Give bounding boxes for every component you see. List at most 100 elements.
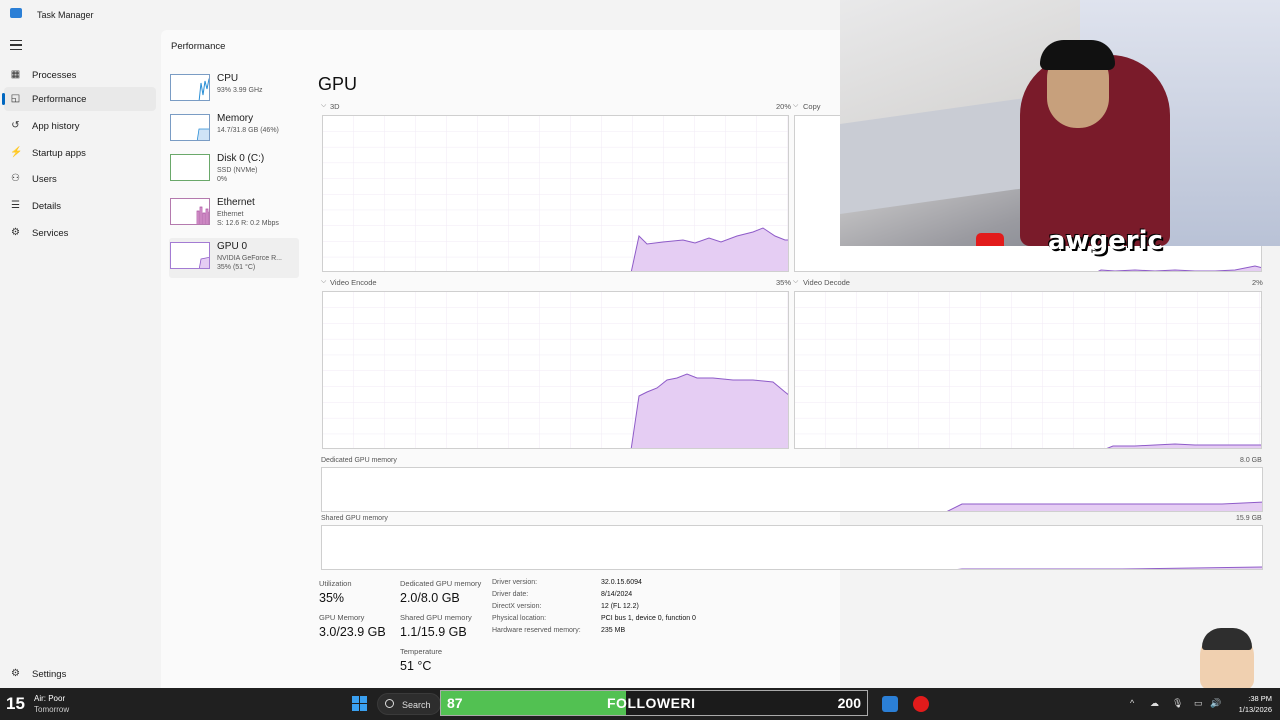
users-icon: ⚇ xyxy=(11,173,20,184)
services-icon: ⚙ xyxy=(11,227,20,238)
webcam-streamer-hat xyxy=(1040,40,1115,70)
graph-shared-memory xyxy=(321,525,1263,570)
device-name: Disk 0 (C:) xyxy=(217,153,265,164)
dedicated-memory-max: 8.0 GB xyxy=(1240,457,1262,464)
device-gpu[interactable]: GPU 0 NVIDIA GeForce R... 35% (51 °C) xyxy=(169,238,299,278)
cpu-thumbnail-graph xyxy=(170,74,210,101)
chevron-down-icon[interactable]: ⌵ xyxy=(793,278,798,286)
engine-value-video-decode: 2% xyxy=(1252,278,1263,287)
nav-item-users[interactable]: ⚇ Users xyxy=(4,167,156,191)
nav-label: Processes xyxy=(32,70,77,81)
info-key: Driver date: xyxy=(492,591,529,598)
shared-memory-label: Shared GPU memory xyxy=(321,515,388,522)
nav-item-performance[interactable]: ◱ Performance xyxy=(2,87,156,111)
temperature-value: 51 °C xyxy=(400,659,432,673)
start-button-icon[interactable] xyxy=(352,696,368,712)
webcam-overlay: awgeric xyxy=(840,0,1280,256)
memory-thumbnail-graph xyxy=(170,114,210,141)
youtube-icon xyxy=(976,233,1004,246)
chevron-down-icon[interactable]: ⌵ xyxy=(321,278,326,286)
settings-gear-icon: ⚙ xyxy=(11,668,20,679)
streamer-handle: awgeric xyxy=(1048,226,1163,256)
engine-value-video-encode: 35% xyxy=(776,278,792,287)
nav-label: Services xyxy=(32,228,69,239)
nav-item-processes[interactable]: ▦ Processes xyxy=(4,63,156,87)
hamburger-menu-icon[interactable] xyxy=(10,40,22,50)
chevron-down-icon[interactable]: ⌵ xyxy=(321,102,326,110)
microphone-icon[interactable]: 🎙 xyxy=(1172,698,1183,709)
webcam-bed xyxy=(840,95,1040,215)
device-name: CPU xyxy=(217,73,239,84)
device-ethernet[interactable]: Ethernet Ethernet S: 12.6 R: 0.2 Mbps xyxy=(169,194,299,234)
gpu-heading: GPU xyxy=(318,74,358,94)
taskbar-time[interactable]: :38 PM xyxy=(1232,694,1272,703)
device-name: GPU 0 xyxy=(217,241,248,252)
gpu-thumbnail-graph xyxy=(170,242,210,269)
engine-value-3d: 20% xyxy=(776,102,792,111)
info-value: PCI bus 1, device 0, function 0 xyxy=(601,615,696,622)
shared-memory-max: 15.9 GB xyxy=(1236,515,1262,522)
info-value: 12 (FL 12.2) xyxy=(601,603,639,610)
ethernet-thumbnail-graph xyxy=(170,198,210,225)
device-detail: 0% xyxy=(217,176,228,183)
weather-line[interactable]: Tomorrow xyxy=(34,705,69,714)
graph-video-encode-svg xyxy=(323,292,788,448)
device-detail: 35% (51 °C) xyxy=(217,264,256,271)
graph-video-decode-svg xyxy=(795,292,1261,448)
device-detail: S: 12.6 R: 0.2 Mbps xyxy=(217,220,279,227)
graph-shared-memory-svg xyxy=(957,566,1262,569)
nav-label: Details xyxy=(32,201,62,212)
follower-label: FOLLOWERI xyxy=(607,695,696,711)
info-key: Physical location: xyxy=(492,615,547,622)
info-key: Driver version: xyxy=(492,579,538,586)
network-icon[interactable]: ☁ xyxy=(1150,698,1159,709)
page-title: Performance xyxy=(171,41,226,52)
info-value: 32.0.15.6094 xyxy=(601,579,642,586)
follower-goal-bar: 87 FOLLOWERI 200 xyxy=(440,690,868,716)
engine-label-3d: 3D xyxy=(330,102,340,111)
chevron-down-icon[interactable]: ⌵ xyxy=(793,102,798,110)
device-disk[interactable]: Disk 0 (C:) SSD (NVMe) 0% xyxy=(169,150,299,190)
task-manager-taskbar-icon[interactable] xyxy=(882,696,898,712)
taskbar-date[interactable]: 1/13/2026 xyxy=(1222,705,1272,714)
graph-3d-svg xyxy=(323,116,788,271)
engine-label-video-encode: Video Encode xyxy=(330,278,377,287)
device-detail: 14.7/31.8 GB (46%) xyxy=(217,127,279,134)
graph-dedicated-memory xyxy=(321,467,1263,512)
app-title: Task Manager xyxy=(37,10,94,20)
graph-video-encode xyxy=(322,291,789,449)
nav-item-settings[interactable]: ⚙ Settings xyxy=(4,662,154,682)
engine-label-copy: Copy xyxy=(803,102,821,111)
dedicated-label: Dedicated GPU memory xyxy=(400,579,482,588)
temperature-label: Temperature xyxy=(400,647,443,656)
display-icon[interactable]: ▭ xyxy=(1194,698,1203,709)
device-name: Ethernet xyxy=(217,197,255,208)
title-bar: Task Manager xyxy=(0,0,840,30)
nav-item-details[interactable]: ☰ Details xyxy=(4,194,156,218)
graph-3d xyxy=(322,115,789,272)
search-label: Search xyxy=(402,700,431,710)
nav-label: Users xyxy=(32,174,57,185)
follower-goal: 200 xyxy=(837,695,861,711)
weather-line[interactable]: Air: Poor xyxy=(34,694,65,703)
gpu-memory-value: 3.0/23.9 GB xyxy=(319,625,386,639)
startup-icon: ⚡ xyxy=(10,147,23,158)
nav-item-startup-apps[interactable]: ⚡ Startup apps xyxy=(4,141,156,165)
chevron-up-icon[interactable]: ^ xyxy=(1130,698,1134,708)
taskbar-search[interactable]: Search xyxy=(377,693,441,715)
volume-icon[interactable]: 🔊 xyxy=(1210,698,1221,709)
shared-value: 1.1/15.9 GB xyxy=(400,625,467,639)
nav-label: App history xyxy=(32,121,80,132)
device-memory[interactable]: Memory 14.7/31.8 GB (46%) xyxy=(169,110,299,150)
gpu-memory-label: GPU Memory xyxy=(319,613,365,622)
screen: Task Manager ▦ Processes ◱ Performance ↺… xyxy=(0,0,1280,720)
device-cpu[interactable]: CPU 93% 3.99 GHz xyxy=(169,70,299,110)
weather-temperature[interactable]: 15 xyxy=(6,694,25,714)
nav-label: Startup apps xyxy=(32,148,86,159)
device-detail: 93% 3.99 GHz xyxy=(217,87,263,94)
recording-app-icon[interactable] xyxy=(913,696,929,712)
nav-item-services[interactable]: ⚙ Services xyxy=(4,221,156,245)
device-name: Memory xyxy=(217,113,254,124)
graph-video-decode xyxy=(794,291,1262,449)
nav-item-app-history[interactable]: ↺ App history xyxy=(4,114,156,138)
